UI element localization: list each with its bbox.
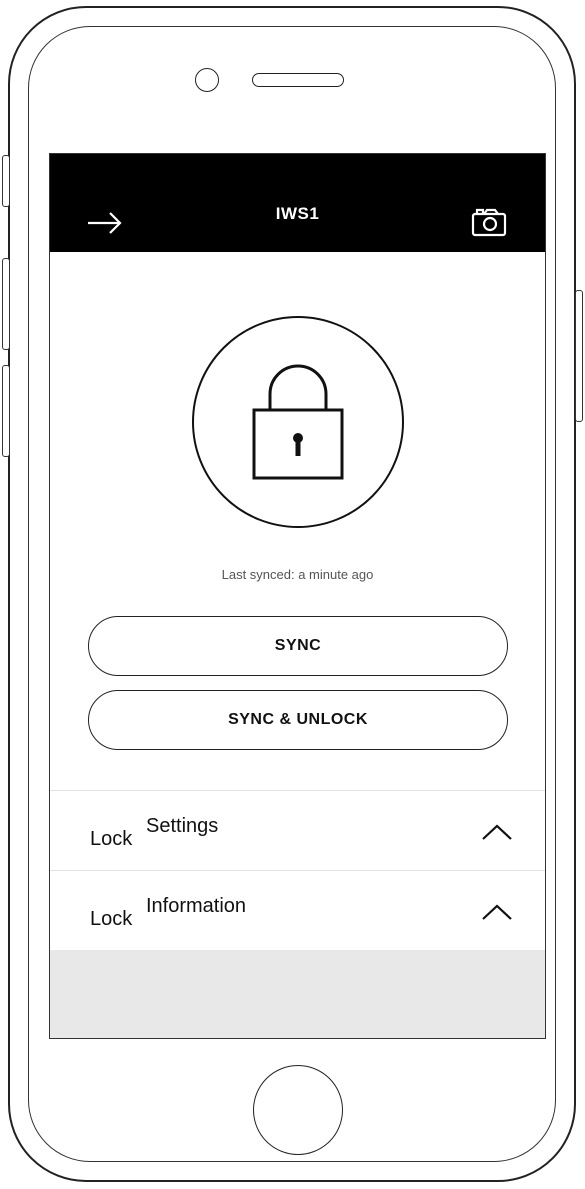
chevron-up-icon[interactable] — [481, 903, 513, 921]
section-label: Information — [146, 895, 247, 917]
earpiece-speaker — [252, 73, 344, 87]
section-lock-settings[interactable]: Lock Settings — [50, 790, 545, 870]
lock-status-badge[interactable] — [192, 316, 404, 528]
volume-down-button — [2, 365, 10, 457]
section-lock-information[interactable]: Lock Information — [50, 870, 545, 950]
section-label-prefix: Lock — [90, 828, 133, 850]
power-button — [575, 290, 583, 422]
empty-footer-area — [50, 950, 545, 1038]
chevron-up-icon[interactable] — [481, 823, 513, 841]
sync-unlock-button-label: SYNC & UNLOCK — [228, 711, 368, 728]
last-synced-text: Last synced: a minute ago — [221, 567, 374, 582]
home-button[interactable] — [253, 1065, 343, 1155]
padlock-icon — [252, 364, 344, 480]
app-screen: IWS1 Last synced: a minute ago SYNC SYNC… — [49, 153, 546, 1039]
sync-unlock-button[interactable]: SYNC & UNLOCK — [88, 690, 508, 750]
mute-switch — [2, 155, 10, 207]
header-bar: IWS1 — [50, 154, 545, 252]
section-label-prefix: Lock — [90, 908, 133, 930]
camera-icon[interactable] — [471, 207, 507, 237]
sync-button-label: SYNC — [274, 637, 322, 654]
volume-up-button — [2, 258, 10, 350]
section-label: Settings — [146, 815, 219, 837]
front-camera — [195, 68, 219, 92]
sync-button[interactable]: SYNC — [88, 616, 508, 676]
